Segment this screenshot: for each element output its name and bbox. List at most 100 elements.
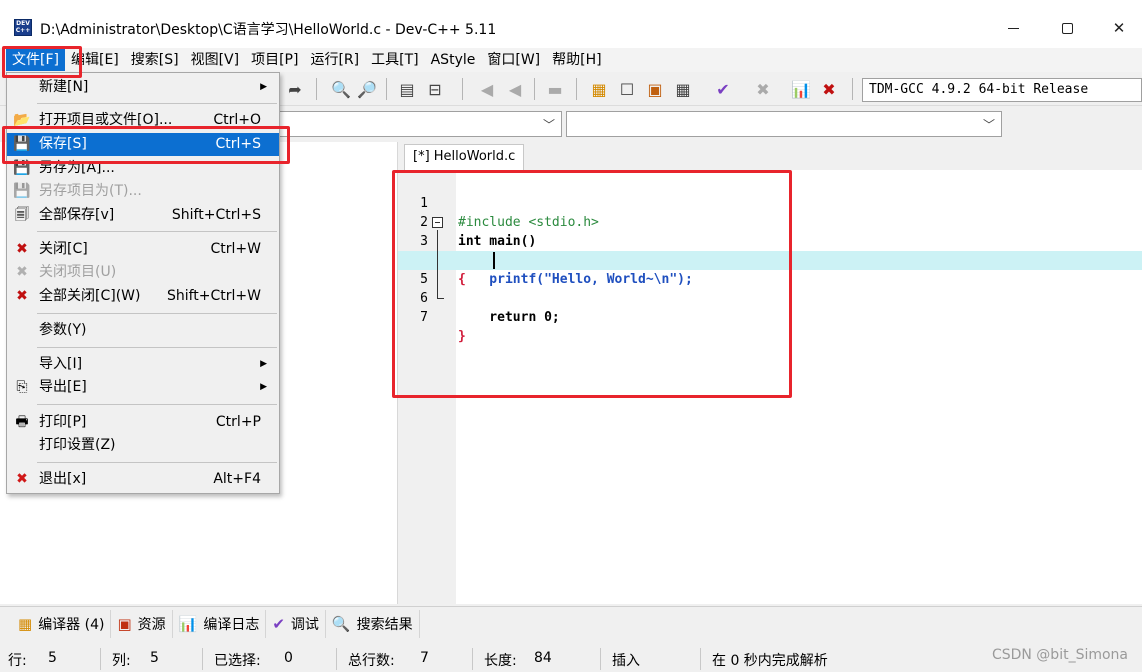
rebuild-icon[interactable]: ▦	[672, 78, 694, 100]
tab-debug[interactable]: ✔ 调试	[266, 609, 326, 638]
syntax-check-icon[interactable]: ✔	[712, 78, 734, 100]
menu-item-print-setup[interactable]: 打印设置(Z)	[7, 434, 279, 457]
window-title: D:\Administrator\Desktop\C语言学习\HelloWorl…	[40, 22, 497, 38]
toolbar-separator	[316, 78, 317, 100]
csdn-watermark: CSDN @bit_Simona	[991, 647, 1128, 663]
devcpp-app-icon: DEV C++	[14, 19, 32, 36]
menu-separator	[37, 462, 277, 463]
close-icon: ✕	[1112, 19, 1126, 37]
close-button[interactable]: ✕	[1096, 10, 1142, 46]
tab-label: 资源	[137, 616, 166, 633]
stop-execution-icon[interactable]: ✖	[752, 78, 774, 100]
menu-item-export[interactable]: ⎘ 导出[E] ▶	[7, 376, 279, 399]
close-file-icon: ✖	[16, 241, 28, 257]
menu-separator	[37, 103, 277, 104]
menu-separator	[37, 231, 277, 232]
find-icon[interactable]: 🔍	[330, 78, 352, 100]
member-combo[interactable]: ﹀	[566, 111, 1002, 137]
tab-search-results[interactable]: 🔍 搜索结果	[326, 609, 420, 638]
menu-item-parameters[interactable]: 参数(Y)	[7, 319, 279, 342]
minimize-button[interactable]	[990, 10, 1036, 46]
menu-item-shortcut: Shift+Ctrl+W	[166, 288, 261, 304]
bar-chart-icon: 📊	[178, 614, 198, 633]
menu-item-label: 参数(Y)	[39, 322, 87, 338]
menu-item-label: 关闭[C]	[39, 241, 88, 257]
compile-run-icon[interactable]: ▣	[644, 78, 666, 100]
menu-item-shortcut: Ctrl+W	[210, 241, 261, 257]
menu-window[interactable]: 窗口[W]	[481, 49, 546, 71]
status-row-label: 行:	[8, 653, 27, 669]
toolbar-separator	[534, 78, 535, 100]
save-project-icon: 💾	[13, 183, 31, 199]
status-separator	[700, 648, 701, 670]
menu-tools[interactable]: 工具[T]	[365, 49, 424, 71]
menu-item-label: 导入[I]	[39, 356, 83, 372]
menu-item-label: 全部关闭[C](W)	[39, 288, 141, 304]
menu-item-close[interactable]: ✖ 关闭[C] Ctrl+W	[7, 238, 279, 261]
status-separator	[600, 648, 601, 670]
menu-item-shortcut: Ctrl+P	[215, 414, 261, 430]
menu-project[interactable]: 项目[P]	[245, 49, 304, 71]
maximize-button[interactable]	[1044, 10, 1090, 46]
tab-helloworld[interactable]: [*] HelloWorld.c	[404, 144, 525, 170]
menu-bar: 文件[F] 编辑[E] 搜索[S] 视图[V] 项目[P] 运行[R] 工具[T…	[0, 48, 1142, 72]
tab-compile-log[interactable]: 📊 编译日志	[173, 609, 267, 638]
tab-label: 编译日志	[203, 616, 260, 633]
menu-item-close-project[interactable]: ✖ 关闭项目(U)	[7, 261, 279, 284]
menu-run[interactable]: 运行[R]	[304, 49, 365, 71]
status-insert-mode: 插入	[612, 653, 640, 669]
menu-item-close-all[interactable]: ✖ 全部关闭[C](W) Shift+Ctrl+W	[7, 285, 279, 308]
status-separator	[202, 648, 203, 670]
status-bar: 行: 5 列: 5 已选择: 0 总行数: 7 长度: 84 插入 在 0 秒内…	[0, 646, 1142, 672]
menu-separator	[37, 404, 277, 405]
run-icon[interactable]: ☐	[616, 78, 638, 100]
goto-line-icon[interactable]: ▤	[396, 78, 418, 100]
submenu-arrow-icon: ▶	[260, 82, 267, 92]
menu-astyle[interactable]: AStyle	[425, 49, 482, 71]
menu-item-print[interactable]: 🖶 打印[P] Ctrl+P	[7, 411, 279, 434]
toggle-comment-icon[interactable]: ▬	[544, 78, 566, 100]
indent-icon[interactable]: ◀	[476, 78, 498, 100]
maximize-icon	[1061, 22, 1073, 34]
menu-item-save-all[interactable]: 🗐 全部保存[v] Shift+Ctrl+S	[7, 204, 279, 227]
tab-resources[interactable]: ▣ 资源	[111, 609, 173, 638]
menu-help[interactable]: 帮助[H]	[546, 49, 607, 71]
menu-item-label: 关闭项目(U)	[39, 264, 117, 280]
chevron-down-icon: ﹀	[982, 118, 995, 132]
tab-label: 编译器 (4)	[38, 616, 105, 633]
minimize-icon	[1007, 27, 1019, 29]
menu-search[interactable]: 搜索[S]	[125, 49, 185, 71]
menu-item-label: 新建[N]	[39, 79, 89, 95]
menu-item-exit[interactable]: ✖ 退出[x] Alt+F4	[7, 468, 279, 491]
toolbar-separator	[462, 78, 463, 100]
status-length-value: 84	[534, 650, 552, 666]
replace-icon[interactable]: 🔎	[356, 78, 378, 100]
toolbar-separator	[852, 78, 853, 100]
compile-icon[interactable]: ▦	[588, 78, 610, 100]
status-row-value: 5	[48, 650, 57, 666]
compiler-select[interactable]: TDM-GCC 4.9.2 64-bit Release	[862, 78, 1142, 102]
status-separator	[336, 648, 337, 670]
menu-view[interactable]: 视图[V]	[185, 49, 246, 71]
menu-item-new[interactable]: 新建[N] ▶	[7, 76, 279, 99]
status-col-label: 列:	[112, 653, 131, 669]
menu-item-save-project-as[interactable]: 💾 另存项目为(T)...	[7, 180, 279, 203]
tab-compiler[interactable]: ▦ 编译器 (4)	[12, 609, 112, 638]
menu-item-shortcut: Shift+Ctrl+S	[171, 207, 261, 223]
menu-item-import[interactable]: 导入[I] ▶	[7, 353, 279, 376]
status-total-label: 总行数:	[348, 653, 395, 669]
toolbar-separator	[576, 78, 577, 100]
printer-icon: 🖶	[15, 414, 29, 430]
menu-item-label: 打印设置(Z)	[39, 437, 116, 453]
profile-chart-icon[interactable]: 📊	[790, 78, 812, 100]
submenu-arrow-icon: ▶	[260, 382, 267, 392]
editor-tab-strip: [*] HelloWorld.c	[398, 142, 1142, 170]
class-combo[interactable]: ﹀	[270, 111, 562, 137]
delete-profile-icon[interactable]: ✖	[818, 78, 840, 100]
menu-item-label: 另存项目为(T)...	[39, 183, 142, 199]
unindent-icon[interactable]: ◀	[504, 78, 526, 100]
status-parse-info: 在 0 秒内完成解析	[712, 653, 828, 669]
bookmark-icon[interactable]: ⊟	[424, 78, 446, 100]
save-item-highlight-box	[2, 126, 290, 164]
redo-icon[interactable]: ➦	[284, 78, 306, 100]
